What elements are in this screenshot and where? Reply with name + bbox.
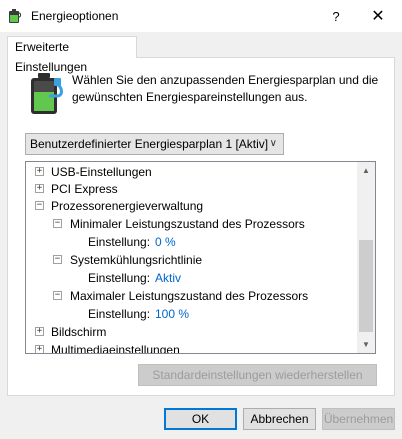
tab-advanced-settings[interactable]: Erweiterte Einstellungen <box>7 36 137 74</box>
setting-value-link[interactable]: 100 % <box>155 305 189 323</box>
collapse-icon[interactable]: − <box>53 291 62 300</box>
battery-plug-icon <box>9 9 21 23</box>
power-options-window: Energieoptionen ? ✕ Erweiterte Einstellu… <box>0 0 402 439</box>
expand-icon[interactable]: + <box>35 184 44 193</box>
settings-tree[interactable]: + USB-Einstellungen + PCI Express − Proz… <box>25 161 376 354</box>
setting-label: Einstellung: <box>88 235 151 249</box>
tree-item-usb[interactable]: + USB-Einstellungen <box>26 163 357 181</box>
setting-label: Einstellung: <box>88 307 151 321</box>
tree-item-label: USB-Einstellungen <box>51 165 152 179</box>
header-line-1: Wählen Sie den anzupassenden Energiespar… <box>72 73 379 87</box>
setting-value-link[interactable]: 0 % <box>155 233 176 251</box>
setting-label: Einstellung: <box>88 271 151 285</box>
scroll-thumb[interactable] <box>359 240 373 332</box>
tree-item-multimedia[interactable]: + Multimediaeinstellungen <box>26 341 357 354</box>
power-plan-value: Benutzerdefinierter Energiesparplan 1 [A… <box>30 137 269 151</box>
window-title: Energieoptionen <box>31 9 119 23</box>
tree-item-cooling-policy[interactable]: − Systemkühlungsrichtlinie <box>26 251 357 269</box>
tree-scrollbar[interactable]: ▲ ▼ <box>357 162 375 353</box>
setting-value-link[interactable]: Aktiv <box>155 269 181 287</box>
tree-item-label: Multimediaeinstellungen <box>51 343 180 354</box>
collapse-icon[interactable]: − <box>53 255 62 264</box>
cancel-button[interactable]: Abbrechen <box>243 408 316 430</box>
chevron-down-icon: ∨ <box>269 138 277 149</box>
tree-item-display[interactable]: + Bildschirm <box>26 323 357 341</box>
tree-item-label: Minimaler Leistungszustand des Prozessor… <box>70 217 305 231</box>
power-plan-dropdown[interactable]: Benutzerdefinierter Energiesparplan 1 [A… <box>25 133 284 155</box>
tree-item-label: PCI Express <box>51 182 118 196</box>
header-line-2: gewünschten Energiespareinstellungen aus… <box>72 90 308 104</box>
title-bar: Energieoptionen ? ✕ <box>0 0 402 32</box>
tree-item-label: Bildschirm <box>51 325 107 339</box>
tree-item-setting-min[interactable]: Einstellung: 0 % <box>26 233 357 251</box>
close-button[interactable]: ✕ <box>358 0 398 32</box>
scroll-up-arrow-icon[interactable]: ▲ <box>357 162 375 179</box>
expand-icon[interactable]: + <box>35 345 44 353</box>
tree-item-max-processor-state[interactable]: − Maximaler Leistungszustand des Prozess… <box>26 287 357 305</box>
ok-button[interactable]: OK <box>164 408 237 430</box>
restore-defaults-button[interactable]: Standardeinstellungen wiederherstellen <box>138 364 377 386</box>
expand-icon[interactable]: + <box>35 327 44 336</box>
tree-item-setting-cooling[interactable]: Einstellung: Aktiv <box>26 269 357 287</box>
tree-item-label: Systemkühlungsrichtlinie <box>70 253 203 267</box>
collapse-icon[interactable]: − <box>53 219 62 228</box>
header-description: Wählen Sie den anzupassenden Energiespar… <box>72 72 382 106</box>
tree-item-pci-express[interactable]: + PCI Express <box>26 180 357 198</box>
tree-item-min-processor-state[interactable]: − Minimaler Leistungszustand des Prozess… <box>26 215 357 233</box>
apply-button[interactable]: Übernehmen <box>322 408 395 430</box>
tree-item-label: Maximaler Leistungszustand des Prozessor… <box>70 289 309 303</box>
tree-item-processor-power[interactable]: − Prozessorenergieverwaltung <box>26 197 357 215</box>
tree-item-setting-max[interactable]: Einstellung: 100 % <box>26 305 357 323</box>
tree-item-label: Prozessorenergieverwaltung <box>51 199 204 213</box>
expand-icon[interactable]: + <box>35 167 44 176</box>
help-button[interactable]: ? <box>316 0 356 32</box>
collapse-icon[interactable]: − <box>35 201 44 210</box>
scroll-down-arrow-icon[interactable]: ▼ <box>357 336 375 353</box>
